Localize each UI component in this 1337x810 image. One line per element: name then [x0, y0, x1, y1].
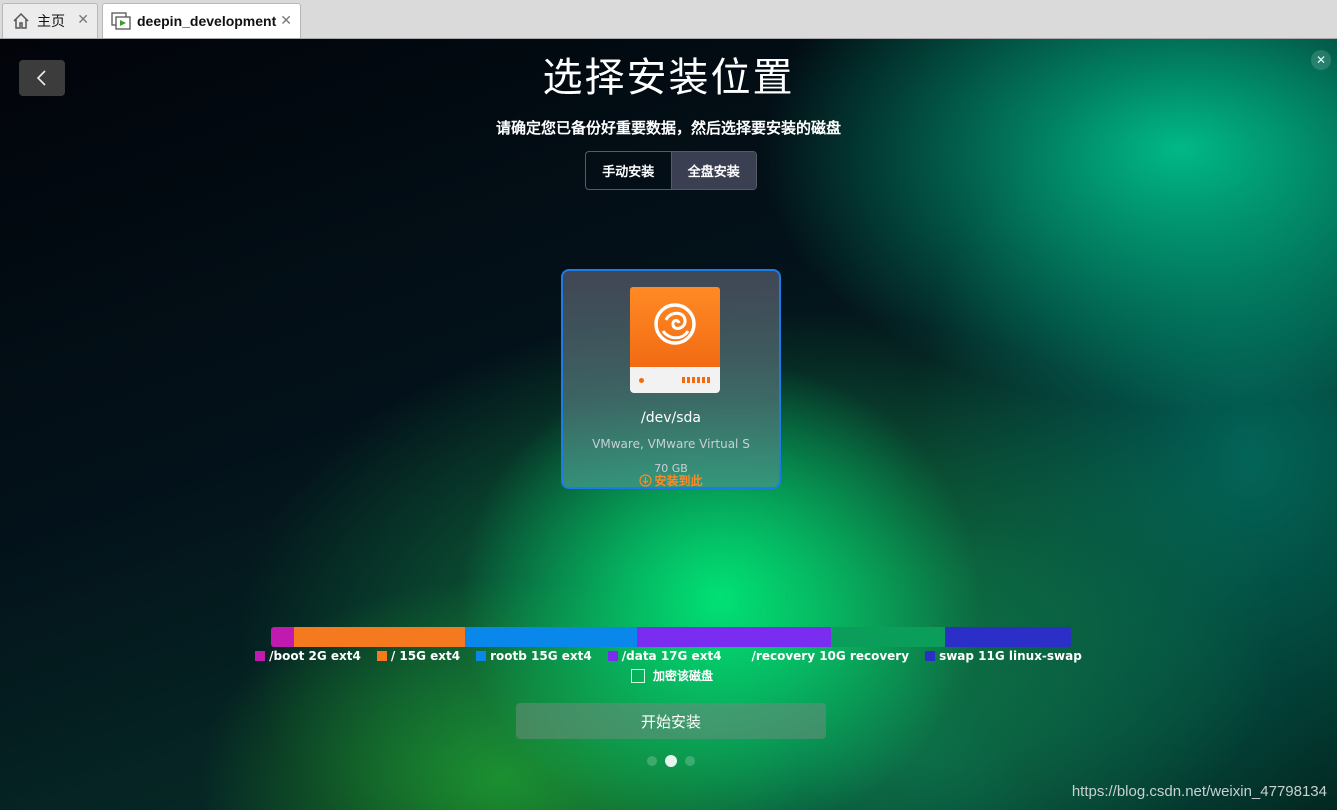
partition-segment [830, 627, 946, 647]
page-dot[interactable] [647, 756, 657, 766]
encrypt-label: 加密该磁盘 [653, 669, 714, 683]
legend-swatch [607, 651, 618, 661]
partition-segment [293, 627, 466, 647]
page-indicator [647, 755, 695, 767]
disk-device: /dev/sda [641, 410, 701, 426]
page-dot[interactable] [665, 755, 677, 767]
legend-item: rootb 15G ext4 [476, 649, 592, 663]
legend-swatch [255, 651, 266, 661]
tab-home[interactable]: 主页 ✕ [2, 3, 98, 38]
legend-item: /data 17G ext4 [607, 649, 722, 663]
tab-full-disk-install[interactable]: 全盘安装 [670, 152, 756, 189]
install-mode-switch: 手动安装 全盘安装 [585, 151, 757, 190]
partition-segment [271, 627, 294, 647]
close-tab-icon[interactable]: ✕ [77, 12, 89, 28]
home-icon [11, 11, 31, 31]
partition-segment [636, 627, 831, 647]
tab-vm-label: deepin_development [137, 13, 277, 29]
watermark: https://blog.csdn.net/weixin_47798134 [1071, 783, 1327, 800]
start-install-button[interactable]: 开始安装 [516, 703, 826, 739]
install-here-label: 安装到此 [563, 472, 779, 489]
legend-item: / 15G ext4 [376, 649, 461, 663]
legend-item: swap 11G linux-swap [925, 649, 1082, 663]
legend-item: /boot 2G ext4 [255, 649, 361, 663]
legend-label: /boot 2G ext4 [269, 649, 361, 663]
legend-swatch [738, 651, 748, 661]
tab-vm[interactable]: deepin_development ✕ [102, 3, 301, 38]
legend-label: / 15G ext4 [390, 649, 461, 663]
legend-label: rootb 15G ext4 [490, 649, 592, 663]
disk-model: VMware, VMware Virtual S [592, 437, 750, 451]
legend-swatch [476, 651, 487, 661]
vm-icon [111, 11, 131, 31]
legend-item: /recovery 10G recovery [738, 649, 910, 663]
legend-label: /recovery 10G recovery [751, 649, 910, 663]
page-title: 选择安装位置 [542, 55, 795, 101]
partition-segment [945, 627, 1071, 647]
deepin-disk-icon [630, 287, 720, 395]
legend-label: swap 11G linux-swap [939, 649, 1082, 663]
legend-swatch [925, 651, 936, 661]
disk-card[interactable]: /dev/sda VMware, VMware Virtual S 70 GB … [561, 269, 781, 489]
encrypt-disk-option[interactable]: 加密该磁盘 [631, 667, 713, 684]
tab-manual-install[interactable]: 手动安装 [586, 152, 671, 189]
vm-tab-bar: 主页 ✕ deepin_development ✕ [0, 0, 1337, 39]
page-dot[interactable] [685, 756, 695, 766]
partition-segment [465, 627, 637, 647]
encrypt-checkbox[interactable] [631, 668, 645, 683]
legend-label: /data 17G ext4 [621, 649, 722, 663]
close-tab-icon[interactable]: ✕ [280, 12, 292, 29]
partition-bar [271, 627, 1071, 647]
page-subtitle: 请确定您已备份好重要数据，然后选择要安装的磁盘 [495, 119, 841, 137]
partition-legend: /boot 2G ext4 / 15G ext4 rootb 15G ext4/da… [0, 649, 1337, 663]
tab-home-label: 主页 [37, 14, 65, 30]
legend-swatch [376, 651, 387, 661]
installer-screen: ✕ 选择安装位置 请确定您已备份好重要数据，然后选择要安装的磁盘 手动安装 全盘… [0, 39, 1337, 810]
download-circle-icon [639, 474, 653, 487]
